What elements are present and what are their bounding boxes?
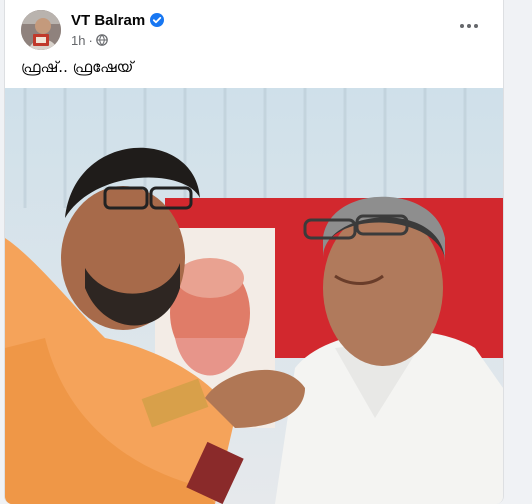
verified-badge-icon — [150, 13, 165, 27]
more-options-icon[interactable] — [451, 12, 487, 40]
post-header: VT Balram 1h · ഫ്രഷ്.. ഫ്രഷേയ് — [5, 0, 503, 86]
globe-icon[interactable] — [96, 34, 108, 46]
author-avatar[interactable] — [21, 10, 61, 50]
post-timestamp[interactable]: 1h — [71, 33, 85, 48]
post-photo[interactable] — [5, 88, 503, 504]
author-name-row: VT Balram — [71, 10, 165, 30]
post-caption: ഫ്രഷ്.. ഫ്രഷേയ് — [21, 58, 134, 76]
author-name[interactable]: VT Balram — [71, 12, 145, 29]
post-meta: 1h · — [71, 32, 108, 48]
post-card: VT Balram 1h · ഫ്രഷ്.. ഫ്രഷേയ് — [4, 0, 504, 504]
meta-separator: · — [88, 32, 93, 48]
